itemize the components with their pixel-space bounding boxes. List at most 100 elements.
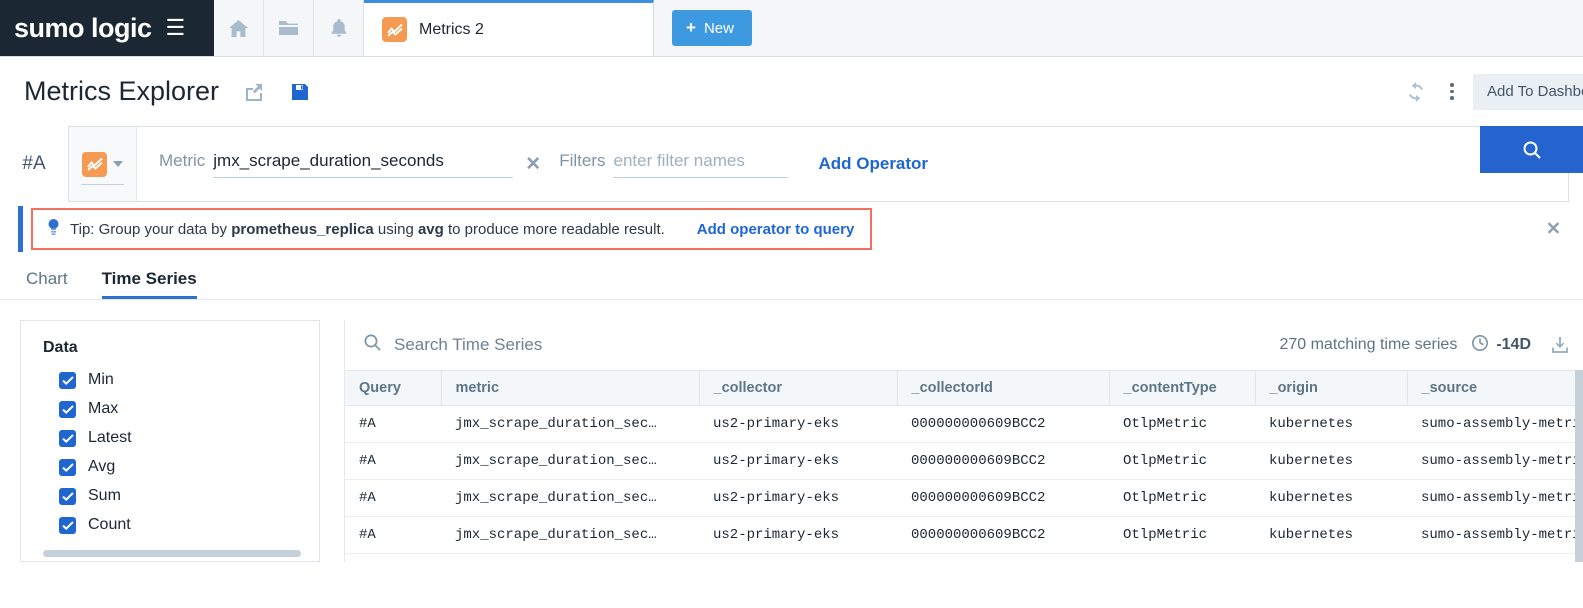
cell-query: #A bbox=[345, 406, 441, 443]
cell-collectorid: 000000000609BCC2 bbox=[897, 480, 1109, 517]
tip-accent-bar bbox=[18, 206, 23, 252]
tab-label: Metrics 2 bbox=[419, 21, 484, 39]
cell-collector: us2-primary-eks bbox=[699, 517, 897, 554]
table-row[interactable]: #A jmx_scrape_duration_sec… us2-primary-… bbox=[345, 480, 1583, 517]
column-header-metric[interactable]: metric bbox=[441, 371, 699, 406]
page-title-actions bbox=[239, 77, 315, 107]
checkmark-icon bbox=[59, 517, 76, 534]
metric-input[interactable] bbox=[213, 151, 513, 178]
checkbox-count[interactable]: Count bbox=[59, 516, 319, 534]
checkbox-min[interactable]: Min bbox=[59, 371, 319, 389]
time-series-table-panel: 270 matching time series -14D bbox=[344, 320, 1583, 562]
cell-collector: us2-primary-eks bbox=[699, 554, 897, 563]
cell-collectorid: 000000000609BCC2 bbox=[897, 517, 1109, 554]
line-chart-icon bbox=[382, 17, 407, 42]
top-navigation-bar: sumo logic ☰ Metrics 2 + New bbox=[0, 0, 1583, 57]
data-aggregation-panel: Data Min Max Latest bbox=[20, 320, 320, 562]
query-row: #A Metric ✕ Filters Add Operator bbox=[0, 126, 1583, 202]
cell-contenttype: OtlpMetric bbox=[1109, 406, 1255, 443]
checkbox-max[interactable]: Max bbox=[59, 400, 319, 418]
close-x-icon[interactable]: ✕ bbox=[1546, 219, 1561, 240]
table-row[interactable]: #A jmx_scrape_duration_sec… us2-primary-… bbox=[345, 406, 1583, 443]
cell-metric: jmx_scrape_duration_sec… bbox=[441, 480, 699, 517]
tip-bold-operator: avg bbox=[418, 221, 444, 238]
query-id-label: #A bbox=[0, 126, 68, 202]
column-header-source[interactable]: _source bbox=[1407, 371, 1583, 406]
checkbox-latest[interactable]: Latest bbox=[59, 429, 319, 447]
matching-count-label: 270 matching time series bbox=[1279, 336, 1457, 354]
tab-chart[interactable]: Chart bbox=[26, 269, 68, 299]
table-row[interactable]: #A jmx_scrape_duration_sec… us2-primary-… bbox=[345, 517, 1583, 554]
cell-contenttype: OtlpMetric bbox=[1109, 517, 1255, 554]
line-chart-icon bbox=[82, 152, 107, 177]
metric-label: Metric bbox=[159, 151, 205, 171]
search-icon bbox=[363, 333, 382, 357]
checkmark-icon bbox=[59, 401, 76, 418]
aggregation-checkbox-list: Min Max Latest Avg bbox=[43, 371, 319, 534]
column-header-origin[interactable]: _origin bbox=[1255, 371, 1407, 406]
checkbox-label: Count bbox=[88, 516, 131, 534]
tip-bold-field: prometheus_replica bbox=[231, 221, 374, 238]
visualization-type-select[interactable] bbox=[69, 127, 137, 201]
time-range-selector[interactable]: -14D bbox=[1471, 334, 1531, 357]
checkmark-icon bbox=[59, 459, 76, 476]
bell-icon[interactable] bbox=[314, 0, 364, 56]
share-icon[interactable] bbox=[239, 77, 269, 107]
add-to-dashboard-button[interactable]: Add To Dashboard bbox=[1473, 74, 1583, 110]
run-search-button[interactable] bbox=[1480, 126, 1583, 173]
page-header: Metrics Explorer Add To Dashboard bbox=[0, 57, 1583, 126]
column-header-query[interactable]: Query bbox=[345, 371, 441, 406]
time-series-search bbox=[363, 333, 722, 357]
cell-collector: us2-primary-eks bbox=[699, 443, 897, 480]
cell-metric: jmx_scrape_duration_sec… bbox=[441, 406, 699, 443]
checkbox-label: Avg bbox=[88, 458, 115, 476]
filters-field-group: Filters bbox=[559, 151, 788, 178]
chevron-down-icon bbox=[113, 161, 123, 167]
cell-collector: us2-primary-eks bbox=[699, 406, 897, 443]
download-export-icon[interactable] bbox=[1545, 330, 1575, 360]
new-button[interactable]: + New bbox=[672, 10, 752, 46]
add-operator-link[interactable]: Add Operator bbox=[818, 154, 928, 174]
panel-horizontal-scrollbar[interactable] bbox=[43, 550, 301, 557]
view-tabs: Chart Time Series bbox=[0, 256, 1583, 300]
column-header-collector[interactable]: _collector bbox=[699, 371, 897, 406]
brand-logo-text: sumo logic bbox=[14, 13, 152, 44]
brand-block: sumo logic ☰ bbox=[0, 0, 214, 56]
cell-collector: us2-primary-eks bbox=[699, 480, 897, 517]
filters-label: Filters bbox=[559, 151, 605, 171]
column-header-contenttype[interactable]: _contentType bbox=[1109, 371, 1255, 406]
table-row[interactable]: #A jmx_scrape_duration_sec… us2-primary-… bbox=[345, 443, 1583, 480]
column-header-collectorid[interactable]: _collectorId bbox=[897, 371, 1109, 406]
new-button-wrap: + New bbox=[654, 0, 752, 56]
time-series-table: Query metric _collector _collectorId _co… bbox=[345, 370, 1583, 562]
cell-origin: kubernetes bbox=[1255, 554, 1407, 563]
add-operator-to-query-link[interactable]: Add operator to query bbox=[697, 221, 855, 238]
query-editor: Metric ✕ Filters Add Operator bbox=[68, 126, 1569, 202]
viz-underline bbox=[81, 184, 124, 185]
tab-metrics-2[interactable]: Metrics 2 bbox=[364, 0, 654, 56]
table-vertical-scrollbar[interactable] bbox=[1575, 370, 1583, 562]
filters-input[interactable] bbox=[613, 151, 788, 178]
new-button-label: New bbox=[704, 20, 734, 37]
home-icon[interactable] bbox=[214, 0, 264, 56]
table-row[interactable]: #A jmx_scrape_duration_sec… us2-primary-… bbox=[345, 554, 1583, 563]
cell-origin: kubernetes bbox=[1255, 480, 1407, 517]
cell-origin: kubernetes bbox=[1255, 443, 1407, 480]
folder-icon[interactable] bbox=[264, 0, 314, 56]
hamburger-menu-icon[interactable]: ☰ bbox=[166, 17, 186, 39]
search-time-series-input[interactable] bbox=[392, 334, 722, 356]
save-floppy-icon[interactable] bbox=[285, 77, 315, 107]
time-range-label: -14D bbox=[1496, 336, 1531, 354]
tip-banner: Tip: Group your data by prometheus_repli… bbox=[0, 202, 1583, 256]
clear-x-icon[interactable]: ✕ bbox=[525, 153, 541, 176]
checkbox-avg[interactable]: Avg bbox=[59, 458, 319, 476]
checkbox-sum[interactable]: Sum bbox=[59, 487, 319, 505]
page-header-actions: Add To Dashboard bbox=[1401, 57, 1583, 126]
tip-text: Tip: Group your data by prometheus_repli… bbox=[70, 221, 665, 238]
kebab-menu-icon[interactable] bbox=[1437, 77, 1467, 107]
refresh-icon[interactable] bbox=[1401, 77, 1431, 107]
content-area: Data Min Max Latest bbox=[0, 300, 1583, 562]
tab-time-series[interactable]: Time Series bbox=[102, 269, 197, 299]
table-header: Query metric _collector _collectorId _co… bbox=[345, 371, 1583, 406]
cell-query: #A bbox=[345, 517, 441, 554]
